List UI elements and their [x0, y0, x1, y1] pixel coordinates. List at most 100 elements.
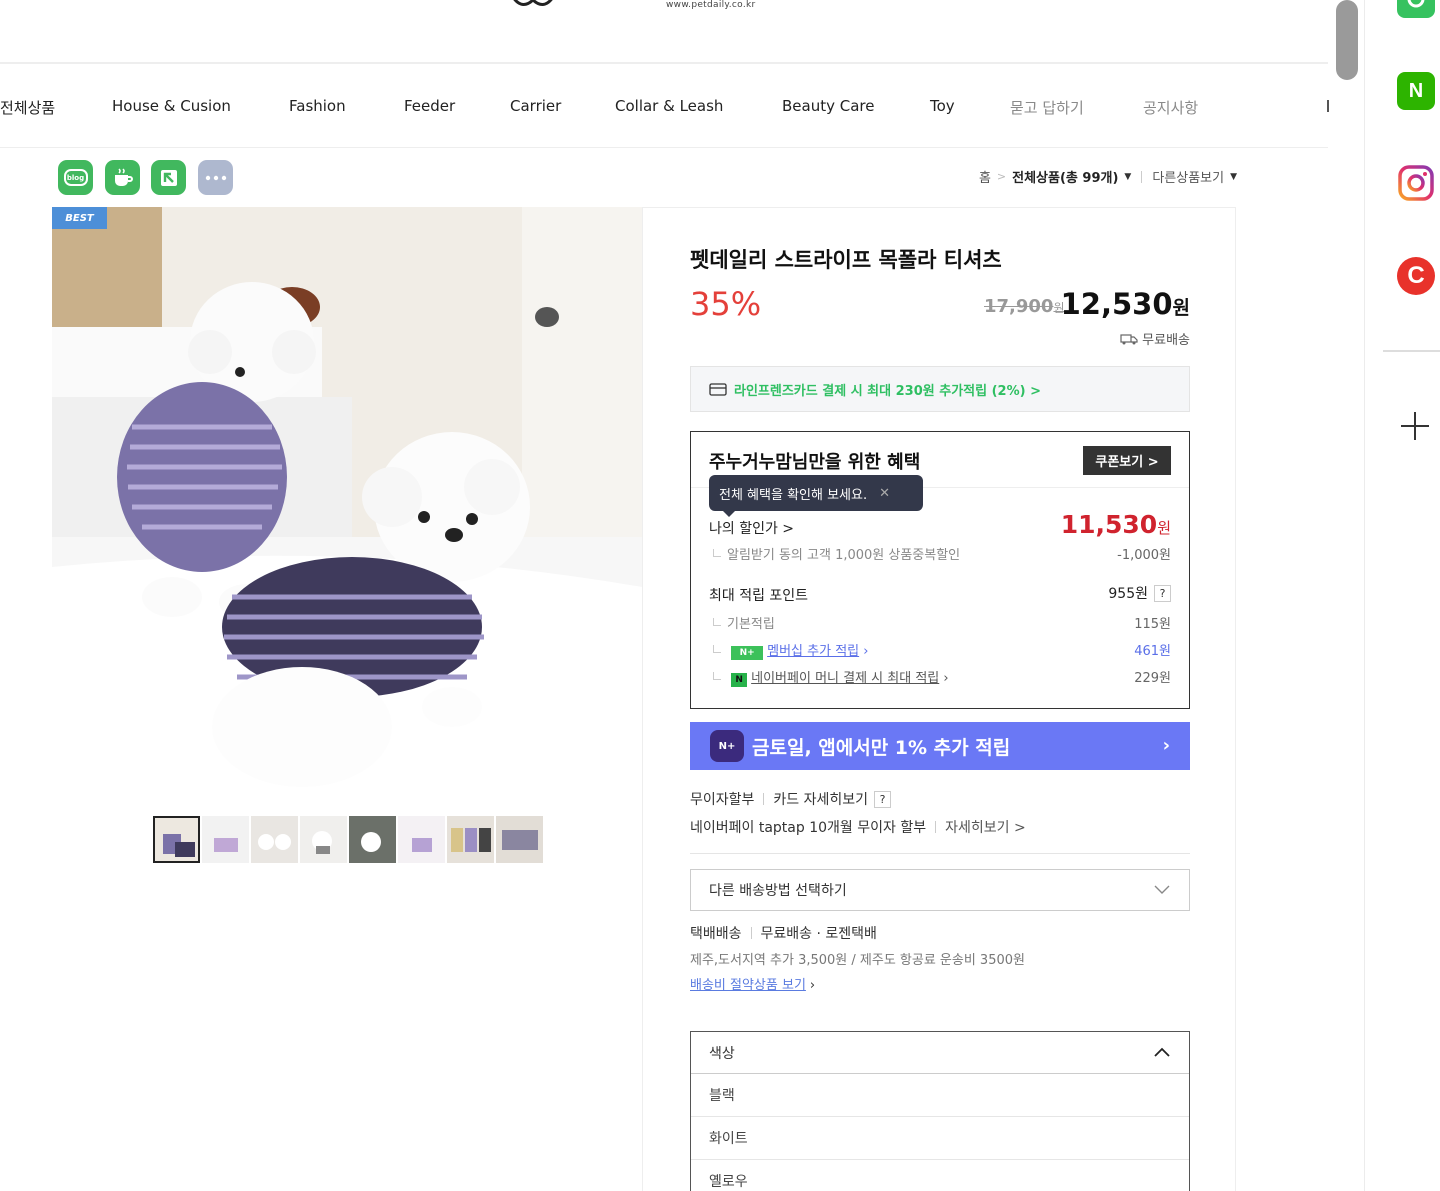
truck-icon	[1120, 333, 1138, 344]
nav-item-all[interactable]: 전체상품	[0, 97, 55, 118]
nav-item-carrier[interactable]: Carrier	[510, 97, 561, 115]
blog-icon: blog	[63, 169, 88, 186]
chevron-down-icon	[1154, 885, 1170, 894]
delivery-method-select[interactable]: 다른 배송방법 선택하기	[690, 869, 1190, 911]
bookmark-icon	[160, 169, 177, 186]
discount-amount: -1,000원	[1117, 548, 1171, 563]
thumbnail-6[interactable]	[398, 816, 445, 863]
npay-points-link[interactable]: 네이버페이 머니 결제 시 최대 적립	[751, 671, 939, 686]
plus-icon[interactable]	[1397, 408, 1433, 444]
npay-badge-icon: N	[731, 673, 748, 687]
product-main-image[interactable]	[52, 207, 642, 797]
membership-points-link[interactable]: 멤버십 추가 적립	[767, 644, 859, 659]
delivery-divider	[750, 927, 752, 939]
breadcrumb: 홈 > 전체상품(총 99개) ▼ 다른상품보기 ▼	[979, 167, 1237, 186]
original-price: 17,900원	[984, 296, 1065, 317]
benefit-tooltip: 전체 혜택을 확인해 보세요. ✕	[709, 475, 923, 511]
my-price-label[interactable]: 나의 할인가 >	[709, 518, 794, 538]
question-icon[interactable]: ?	[1154, 585, 1171, 602]
sale-price-value: 12,530	[1060, 287, 1173, 321]
delivery-select-label: 다른 배송방법 선택하기	[709, 883, 847, 899]
delivery-saving-link[interactable]: 배송비 절약상품 보기	[690, 978, 806, 993]
card-details-link[interactable]: 카드 자세히보기	[773, 789, 868, 809]
delivery-type: 택배배송	[690, 926, 742, 942]
bookmark-share-button[interactable]	[151, 160, 186, 195]
nav-item-fashion[interactable]: Fashion	[289, 97, 346, 115]
sale-price: 12,530원	[1061, 287, 1190, 321]
color-option-yellow[interactable]: 옐로우	[691, 1160, 1189, 1191]
coupon-button[interactable]: 쿠폰보기 >	[1083, 446, 1171, 475]
c-app-icon[interactable]: C	[1397, 257, 1435, 295]
caret-down-icon[interactable]: ▼	[1124, 172, 1131, 182]
tooltip-text: 전체 혜택을 확인해 보세요.	[719, 487, 868, 503]
breadcrumb-home[interactable]: 홈	[979, 167, 991, 186]
base-points-value: 115원	[1134, 617, 1171, 632]
nav-item-qna[interactable]: 묻고 답하기	[1010, 97, 1084, 118]
app-benefit-banner[interactable]: N+ 금토일, 앱에서만 1% 추가 적립 ›	[690, 722, 1190, 770]
question-icon[interactable]: ?	[874, 790, 892, 808]
instagram-icon[interactable]	[1397, 164, 1435, 202]
taptap-details-link[interactable]: 자세히보기 >	[945, 817, 1026, 837]
app-banner-text: 금토일, 앱에서만 1% 추가 적립	[752, 736, 1011, 759]
thumbnail-1[interactable]	[153, 816, 200, 863]
naver-plus-badge-icon: N+	[731, 646, 764, 660]
page-scrollbar[interactable]	[1336, 0, 1358, 80]
nav-item-feeder[interactable]: Feeder	[404, 97, 455, 115]
benefit-box: 주누거누맘님만을 위한 혜택 쿠폰보기 > 전체 혜택을 확인해 보세요. ✕ …	[690, 431, 1190, 709]
green-app-icon[interactable]	[1397, 0, 1435, 18]
color-select-header[interactable]: 색상	[691, 1032, 1189, 1074]
color-option-white[interactable]: 화이트	[691, 1117, 1189, 1160]
thumbnail-5[interactable]	[349, 816, 396, 863]
color-select-label: 색상	[709, 1045, 735, 1062]
nav-item-beauty[interactable]: Beauty Care	[782, 97, 874, 115]
installment-divider	[763, 793, 765, 805]
naver-plus-app-icon: N+	[710, 730, 744, 762]
nav-overflow-marker	[1327, 100, 1329, 112]
original-price-value: 17,900	[984, 296, 1054, 317]
naver-icon[interactable]: N	[1397, 72, 1435, 110]
taptap-divider	[935, 821, 937, 833]
product-title: 펫데일리 스트라이프 목폴라 티셔츠	[690, 248, 1002, 272]
thumbnail-2[interactable]	[202, 816, 249, 863]
shipping-info: 무료배송	[1120, 329, 1190, 348]
discount-rate: 35%	[690, 285, 762, 323]
blog-share-button[interactable]: blog	[58, 160, 93, 195]
shipping-label: 무료배송	[1142, 333, 1190, 348]
credit-card-icon	[709, 382, 727, 396]
thumbnail-3[interactable]	[251, 816, 298, 863]
breadcrumb-category[interactable]: 전체상품(총 99개)	[1012, 167, 1118, 186]
site-header: www.petdaily.co.kr	[0, 0, 1328, 64]
thumbnail-8[interactable]	[496, 816, 543, 863]
delivery-info: 택배배송 무료배송 · 로젠택배	[690, 923, 877, 943]
my-price-value: 11,530	[1060, 510, 1158, 539]
nav-item-toy[interactable]: Toy	[930, 97, 955, 115]
delivery-fee: 무료배송 · 로젠택배	[760, 926, 877, 942]
talk-share-button[interactable]	[105, 160, 140, 195]
logo-smile-icon[interactable]	[506, 0, 560, 16]
site-url: www.petdaily.co.kr	[666, 0, 756, 10]
discount-note: 알림받기 동의 고객 1,000원 상품중복할인	[713, 544, 960, 563]
sale-price-unit: 원	[1172, 297, 1190, 319]
base-points-label: 기본적립	[713, 613, 775, 632]
color-option-black[interactable]: 블랙	[691, 1074, 1189, 1117]
breadcrumb-divider	[1141, 170, 1143, 183]
thumbnail-7[interactable]	[447, 816, 494, 863]
delivery-note: 제주,도서지역 추가 3,500원 / 제주도 항공료 운송비 3500원	[690, 953, 1025, 968]
caret-down-icon[interactable]: ▼	[1230, 172, 1237, 182]
close-icon[interactable]: ✕	[879, 486, 890, 501]
nav-item-notice[interactable]: 공지사항	[1143, 97, 1198, 118]
more-share-button[interactable]	[198, 160, 233, 195]
chevron-right-icon: ›	[809, 978, 816, 993]
npay-points-value: 229원	[1134, 671, 1171, 686]
card-benefit-banner[interactable]: 라인프렌즈카드 결제 시 최대 230원 추가적립 (2%) >	[690, 366, 1190, 412]
tooltip-arrow	[723, 511, 735, 517]
nav-item-collar[interactable]: Collar & Leash	[615, 97, 723, 115]
thumbnail-4[interactable]	[300, 816, 347, 863]
installment-row: 무이자할부 카드 자세히보기 ?	[690, 789, 892, 809]
best-badge: BEST	[52, 207, 107, 229]
membership-points-row: N+ 멤버십 추가 적립 ›	[713, 640, 868, 660]
nav-item-house[interactable]: House & Cusion	[112, 97, 231, 115]
breadcrumb-other-products[interactable]: 다른상품보기	[1152, 167, 1224, 186]
right-sidebar: N C	[1364, 0, 1440, 1191]
category-nav: 전체상품 House & Cusion Fashion Feeder Carri…	[0, 66, 1329, 148]
